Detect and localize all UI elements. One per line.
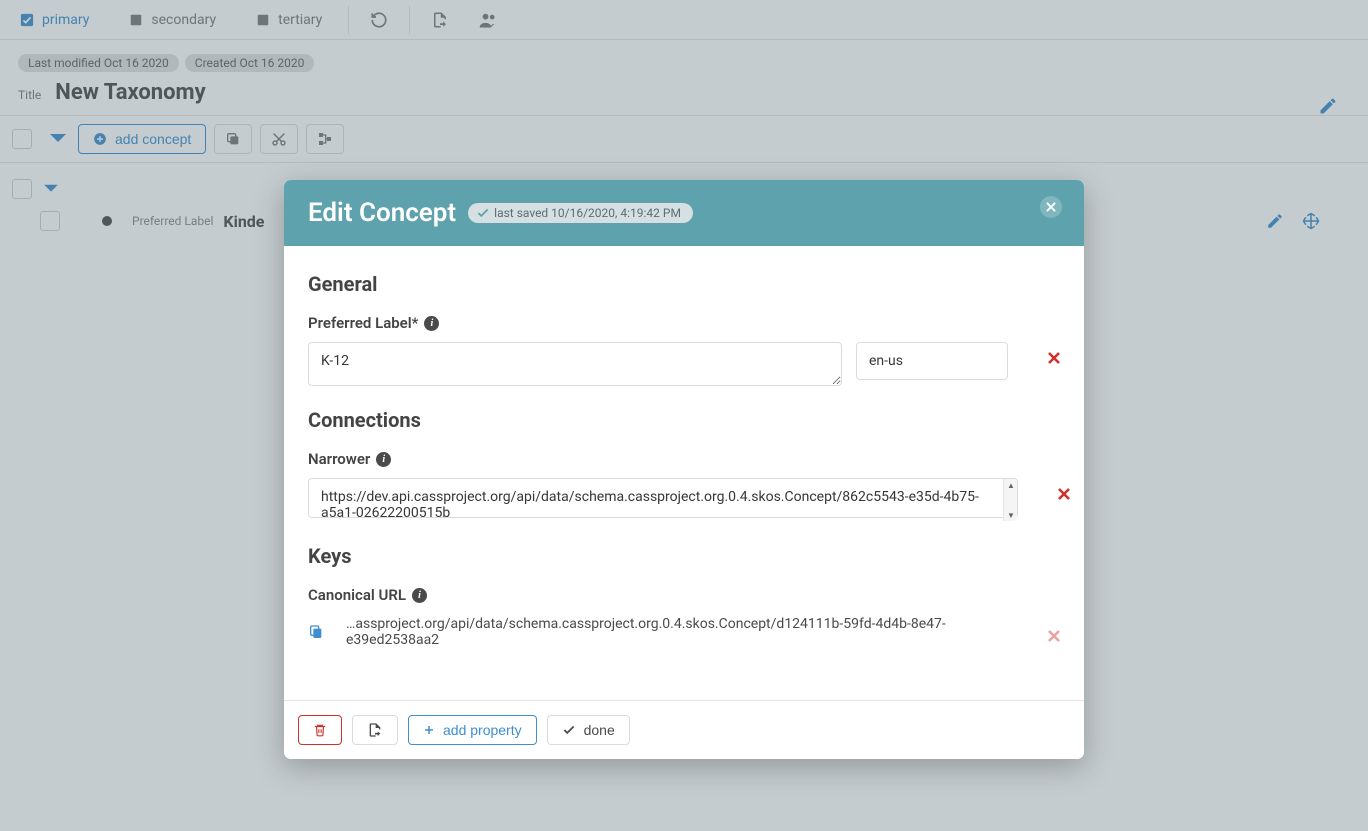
export-concept-button[interactable] [352, 715, 398, 745]
modal-header: Edit Concept last saved 10/16/2020, 4:19… [284, 180, 1084, 246]
preferred-label-input[interactable] [308, 342, 842, 386]
done-button[interactable]: done [547, 715, 630, 745]
info-icon[interactable]: i [424, 316, 439, 331]
remove-field-button[interactable] [1048, 620, 1060, 642]
modal-footer: add property done [284, 700, 1084, 759]
copy-url-button[interactable] [308, 623, 324, 641]
info-icon[interactable]: i [376, 452, 391, 467]
modal-body: General Preferred Label* i Connections N… [284, 246, 1084, 700]
preferred-label-label: Preferred Label* i [308, 314, 1060, 332]
edit-concept-modal: Edit Concept last saved 10/16/2020, 4:19… [284, 180, 1084, 759]
add-property-button[interactable]: add property [408, 715, 537, 745]
check-icon [476, 206, 490, 220]
info-icon[interactable]: i [412, 588, 427, 603]
trash-icon [313, 722, 327, 738]
narrower-label: Narrower i [308, 450, 1060, 468]
narrower-field-wrapper: ▲ ▼ [308, 478, 1018, 522]
delete-button[interactable] [298, 715, 342, 745]
saved-pill: last saved 10/16/2020, 4:19:42 PM [468, 203, 693, 223]
canonical-url-value: …assproject.org/api/data/schema.cassproj… [346, 616, 1034, 648]
saved-label: last saved 10/16/2020, 4:19:42 PM [494, 206, 681, 220]
remove-field-button[interactable] [1048, 342, 1060, 364]
scroll-up-icon[interactable]: ▲ [1004, 479, 1018, 491]
button-label: done [584, 722, 615, 738]
canonical-url-label: Canonical URL i [308, 586, 1060, 604]
section-keys-heading: Keys [308, 544, 1060, 568]
button-label: add property [443, 722, 522, 738]
remove-field-button[interactable] [1058, 478, 1070, 500]
section-connections-heading: Connections [308, 408, 1060, 432]
plus-icon [423, 724, 435, 736]
close-button[interactable] [1040, 196, 1062, 218]
export-icon [367, 722, 383, 738]
lang-input[interactable] [856, 342, 1008, 380]
narrower-input[interactable] [308, 478, 1018, 518]
modal-title: Edit Concept [308, 198, 456, 228]
modal-overlay: Edit Concept last saved 10/16/2020, 4:19… [0, 0, 1368, 831]
scroll-down-icon[interactable]: ▼ [1004, 509, 1018, 521]
scrollbar[interactable]: ▲ ▼ [1003, 479, 1017, 521]
check-icon [562, 723, 576, 737]
section-general-heading: General [308, 272, 1060, 296]
